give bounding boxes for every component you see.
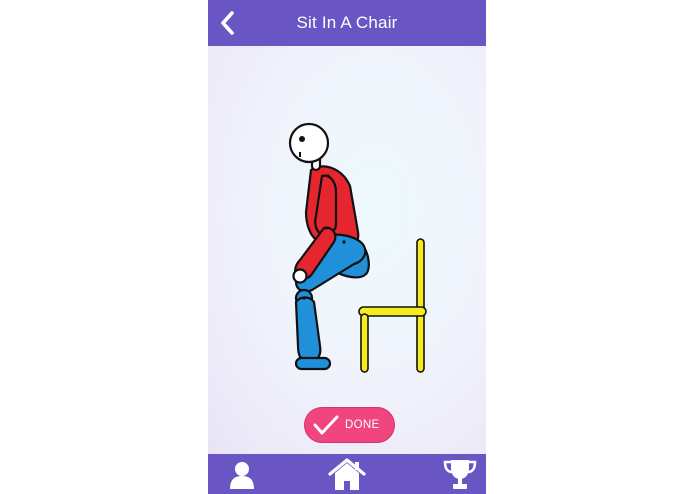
done-button[interactable]: DONE (304, 407, 395, 443)
app-screen: Sit In A Chair DONE (208, 0, 486, 494)
done-label: DONE (345, 419, 380, 431)
home-icon (328, 458, 366, 490)
person-figure (288, 122, 370, 371)
exercise-illustration (288, 122, 427, 373)
nav-home-button[interactable] (328, 457, 366, 491)
checkmark-icon (313, 415, 339, 435)
page-title: Sit In A Chair (296, 13, 398, 32)
bottom-nav (208, 454, 486, 494)
nav-profile-button[interactable] (225, 457, 261, 491)
trophy-icon (443, 460, 477, 489)
nav-achievements-button[interactable] (442, 457, 478, 491)
person-icon (230, 462, 254, 489)
exercise-area: DONE (208, 46, 486, 454)
header-bar: Sit In A Chair (208, 0, 486, 46)
chevron-left-icon (221, 11, 234, 35)
back-button[interactable] (214, 8, 244, 38)
